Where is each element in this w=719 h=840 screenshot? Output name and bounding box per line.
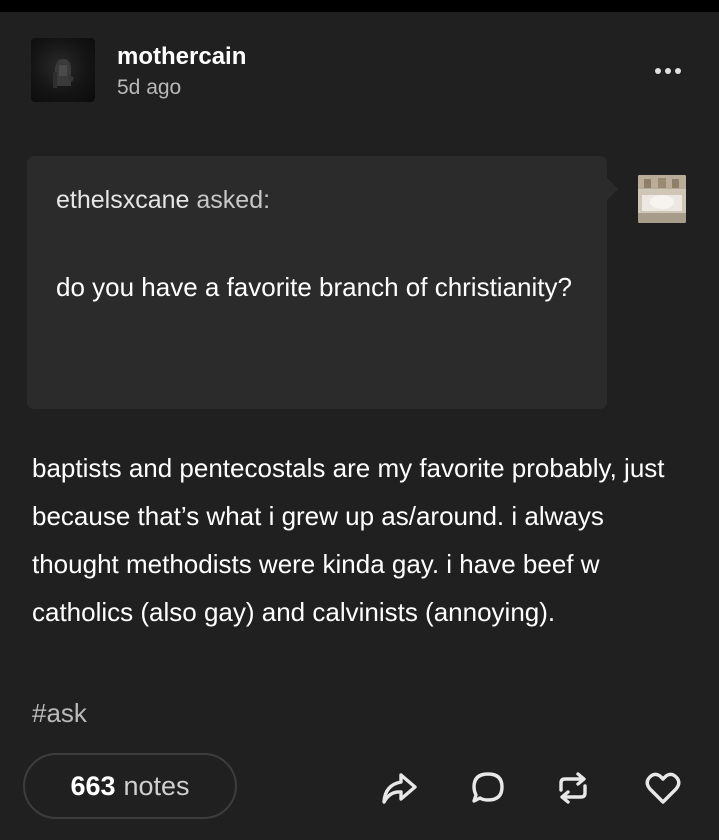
asked-label: asked: (196, 186, 271, 214)
avatar-image-icon (53, 58, 74, 88)
author-username[interactable]: mothercain (117, 43, 246, 71)
notes-button[interactable]: 663 notes (23, 753, 237, 819)
share-icon (382, 773, 417, 804)
asker-avatar-image-icon (638, 175, 686, 223)
reblog-button[interactable] (553, 768, 593, 808)
asker-line: ethelsxcane asked: (56, 186, 270, 215)
post-tag[interactable]: #ask (32, 698, 87, 729)
notes-count: 663 (70, 770, 116, 801)
post-card: mothercain 5d ago ethelsxcane asked: do … (0, 12, 719, 840)
asker-avatar[interactable] (638, 175, 686, 223)
more-horizontal-icon (655, 68, 681, 74)
reply-button[interactable] (468, 768, 508, 808)
ask-bubble-tail (607, 178, 618, 200)
post-timestamp: 5d ago (117, 76, 182, 99)
notes-label: notes (123, 770, 190, 801)
more-options-button[interactable] (646, 62, 690, 80)
ask-question: do you have a favorite branch of christi… (56, 272, 572, 302)
reblog-icon (559, 772, 587, 804)
reply-icon (472, 772, 504, 803)
like-button[interactable] (643, 768, 683, 808)
asker-username[interactable]: ethelsxcane (56, 186, 189, 214)
author-avatar[interactable] (31, 38, 95, 102)
answer-text: baptists and pentecostals are my favorit… (32, 453, 665, 627)
like-icon (645, 772, 681, 804)
share-button[interactable] (379, 768, 419, 808)
